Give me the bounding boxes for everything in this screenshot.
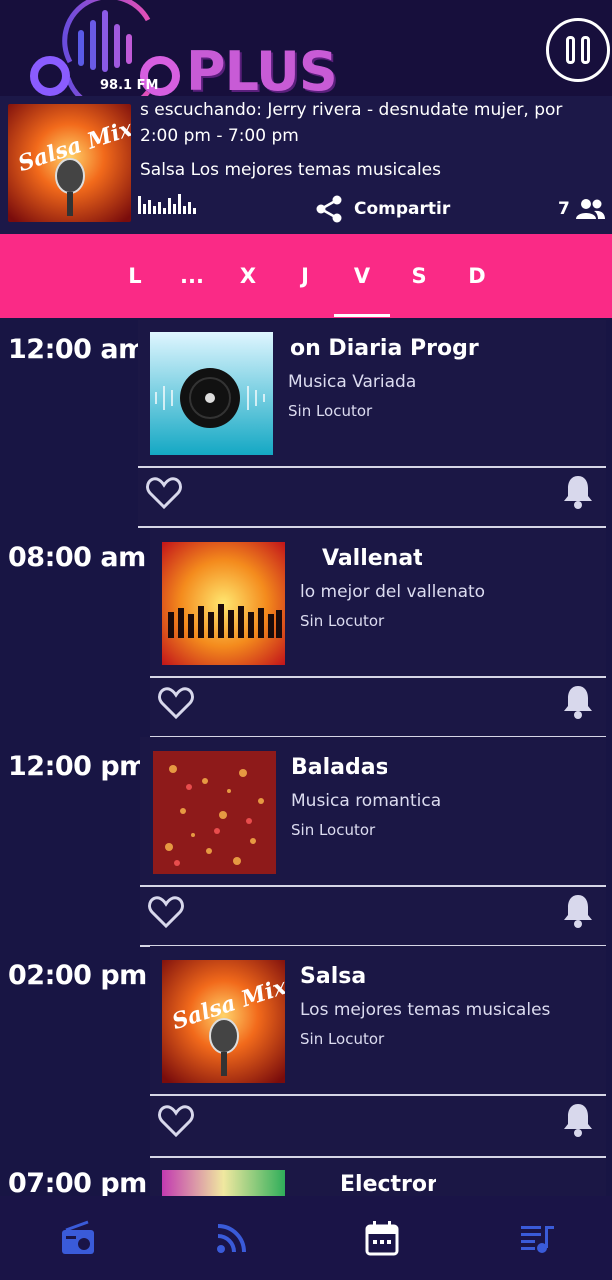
salsa-mix-cover-image: Salsa Mix: [8, 104, 131, 222]
station-logo: PLUS 98.1 FM: [30, 0, 338, 113]
now-playing-description: Salsa Los mejores temas musicales: [140, 160, 442, 180]
tab-day-V[interactable]: V: [342, 264, 382, 288]
people-icon: [575, 199, 605, 219]
now-playing-time: 2:00 pm - 7:00 pm: [140, 126, 299, 146]
program-host: Sin Locutor: [291, 821, 376, 839]
vinyl-record-image: [150, 332, 273, 455]
bell-icon[interactable]: [562, 893, 594, 929]
share-button[interactable]: Compartir: [314, 194, 450, 224]
listeners-counter: 7: [558, 198, 606, 220]
slot-time: 12:00 pm: [8, 751, 147, 782]
program-subtitle: Musica Variada: [288, 372, 417, 392]
day-tabs: L ... X J V S D: [0, 234, 612, 318]
heart-icon[interactable]: [148, 895, 184, 929]
bell-icon[interactable]: [562, 474, 594, 510]
program-title: on Diaria Progr: [290, 336, 479, 361]
calendar-icon[interactable]: [362, 1218, 402, 1258]
divider: [138, 466, 606, 468]
share-label: Compartir: [354, 199, 451, 219]
tab-day-S[interactable]: S: [399, 264, 439, 288]
heart-icon[interactable]: [146, 476, 182, 510]
listeners-count: 7: [558, 199, 570, 219]
share-icon: [316, 195, 342, 223]
hearts-bokeh-image: [153, 751, 276, 874]
pause-icon: [566, 36, 575, 64]
program-image: [150, 332, 273, 455]
program-host: Sin Locutor: [300, 1030, 385, 1048]
tab-day-X[interactable]: X: [228, 264, 268, 288]
program-image: [162, 542, 285, 665]
divider: [140, 885, 606, 887]
divider: [150, 1094, 606, 1096]
podcast-icon[interactable]: [212, 1218, 252, 1258]
app-header: PLUS 98.1 FM: [0, 0, 612, 113]
tab-day-J[interactable]: J: [285, 264, 325, 288]
tab-day-D[interactable]: D: [457, 264, 497, 288]
schedule-card[interactable]: Salsa Mix Salsa Los mejores temas musica…: [150, 946, 606, 1158]
heart-icon[interactable]: [158, 1104, 194, 1138]
slot-time: 07:00 pm: [8, 1168, 147, 1199]
tab-day-more[interactable]: ...: [172, 264, 212, 288]
logo-frequency: 98.1 FM: [100, 78, 159, 93]
logo-wordmark: PLUS: [186, 40, 338, 103]
playlist-icon[interactable]: [518, 1218, 558, 1258]
now-playing-panel: Salsa Mix s escuchando: Jerry rivera - d…: [0, 96, 612, 234]
program-subtitle: lo mejor del vallenato: [300, 582, 486, 602]
salsa-mix-cover-image: Salsa Mix: [162, 960, 285, 1083]
tab-day-L[interactable]: L: [115, 264, 155, 288]
slot-time: 12:00 am: [8, 334, 146, 365]
program-image: Salsa Mix: [162, 960, 285, 1083]
program-image: [162, 1170, 285, 1196]
bottom-navigation: [0, 1196, 612, 1280]
program-title: Salsa: [300, 964, 367, 989]
divider: [150, 676, 606, 678]
program-host: Sin Locutor: [288, 402, 373, 420]
bell-icon[interactable]: [562, 1102, 594, 1138]
schedule-card[interactable]: Baladas Musica romantica Sin Locutor: [140, 737, 606, 947]
program-host: Sin Locutor: [300, 612, 385, 630]
pause-button[interactable]: [546, 18, 610, 82]
slot-time: 02:00 pm: [8, 960, 147, 991]
program-image: [153, 751, 276, 874]
program-title: Electror: [340, 1172, 436, 1196]
slot-time: 08:00 am: [8, 542, 146, 573]
bell-icon[interactable]: [562, 684, 594, 720]
schedule-card[interactable]: on Diaria Progr Musica Variada Sin Locut…: [138, 320, 606, 528]
program-subtitle: Musica romantica: [291, 791, 442, 811]
selected-day-indicator: [334, 314, 390, 317]
now-playing-cover: Salsa Mix: [8, 104, 131, 222]
equalizer-icon: [138, 194, 196, 214]
dancing-crowd-image: [162, 542, 285, 665]
program-subtitle: Los mejores temas musicales: [300, 1000, 551, 1020]
program-title: Vallenat: [322, 546, 422, 571]
heart-icon[interactable]: [158, 686, 194, 720]
program-title: Baladas: [291, 755, 387, 780]
electro-lights-image: [162, 1170, 285, 1196]
schedule-card[interactable]: Electror: [150, 1158, 606, 1196]
schedule-card[interactable]: Vallenat lo mejor del vallenato Sin Locu…: [150, 528, 606, 738]
now-playing-ticker: s escuchando: Jerry rivera - desnudate m…: [140, 100, 563, 120]
radio-icon[interactable]: [58, 1218, 98, 1258]
